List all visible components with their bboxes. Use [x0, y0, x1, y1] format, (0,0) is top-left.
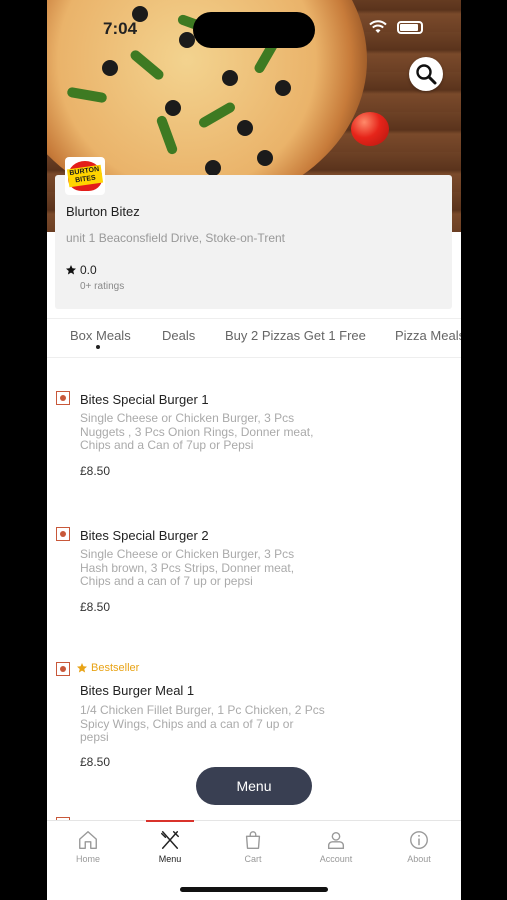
user-icon — [327, 831, 345, 849]
tabbar-cart[interactable]: Cart — [212, 821, 294, 881]
tabbar-label: Cart — [244, 854, 262, 864]
star-icon — [66, 265, 76, 275]
wifi-icon — [369, 20, 387, 33]
item-description: 1/4 Chicken Fillet Burger, 1 Pc Chicken,… — [80, 703, 325, 744]
tabbar-account[interactable]: Account — [295, 821, 377, 881]
tabbar-menu[interactable]: Menu — [129, 821, 211, 881]
tabbar-label: Home — [75, 854, 100, 864]
tab-buy-2-pizzas[interactable]: Buy 2 Pizzas Get 1 Free — [225, 328, 366, 343]
food-type-icon — [56, 527, 70, 541]
cutlery-icon — [161, 831, 179, 849]
tab-pizza-meals[interactable]: Pizza Meals — [395, 328, 461, 343]
food-type-icon — [56, 662, 70, 676]
item-description: Single Cheese or Chicken Burger, 3 Pcs H… — [80, 547, 295, 588]
tabbar-label: Menu — [158, 854, 182, 864]
status-bar: 7:04 — [47, 0, 461, 56]
tab-box-meals[interactable]: Box Meals — [70, 328, 131, 343]
bag-icon — [245, 831, 261, 849]
home-icon — [79, 831, 97, 849]
restaurant-rating: 0.0 — [65, 263, 97, 277]
category-tabs: Box Meals Deals Buy 2 Pizzas Get 1 Free … — [47, 318, 461, 358]
tomato-image — [351, 112, 389, 146]
app-screen: 7:04 BURTON BITES Blurton Bitez unit 1 B… — [47, 0, 461, 900]
home-indicator — [180, 887, 328, 892]
ratings-count: 0+ ratings — [80, 281, 125, 292]
menu-button[interactable]: Menu — [196, 767, 312, 805]
restaurant-address: unit 1 Beaconsfield Drive, Stoke-on-Tren… — [66, 231, 285, 245]
info-icon — [410, 831, 428, 849]
tabbar-home[interactable]: Home — [47, 821, 129, 881]
tabbar-about[interactable]: About — [378, 821, 460, 881]
item-price: £8.50 — [80, 600, 111, 614]
item-title: Bites Special Burger 1 — [80, 392, 209, 407]
restaurant-name: Blurton Bitez — [66, 204, 140, 219]
tabbar-label: Account — [319, 854, 353, 864]
dynamic-island — [193, 12, 315, 48]
search-button[interactable] — [409, 57, 443, 91]
item-price: £8.50 — [80, 464, 111, 478]
star-icon — [77, 663, 87, 673]
tab-deals[interactable]: Deals — [162, 328, 195, 343]
food-type-icon — [56, 391, 70, 405]
item-title: Bites Burger Meal 1 — [80, 683, 195, 698]
tabbar-label: About — [407, 854, 431, 864]
search-icon — [416, 64, 437, 85]
active-tab-indicator — [96, 345, 100, 349]
restaurant-logo: BURTON BITES — [65, 157, 105, 195]
rating-value: 0.0 — [80, 263, 97, 277]
item-title: Bites Special Burger 2 — [80, 528, 209, 543]
battery-icon — [397, 21, 423, 34]
item-price: £8.50 — [80, 755, 111, 769]
bestseller-badge: Bestseller — [76, 662, 139, 674]
status-time: 7:04 — [103, 19, 138, 38]
item-description: Single Cheese or Chicken Burger, 3 Pcs N… — [80, 411, 314, 452]
